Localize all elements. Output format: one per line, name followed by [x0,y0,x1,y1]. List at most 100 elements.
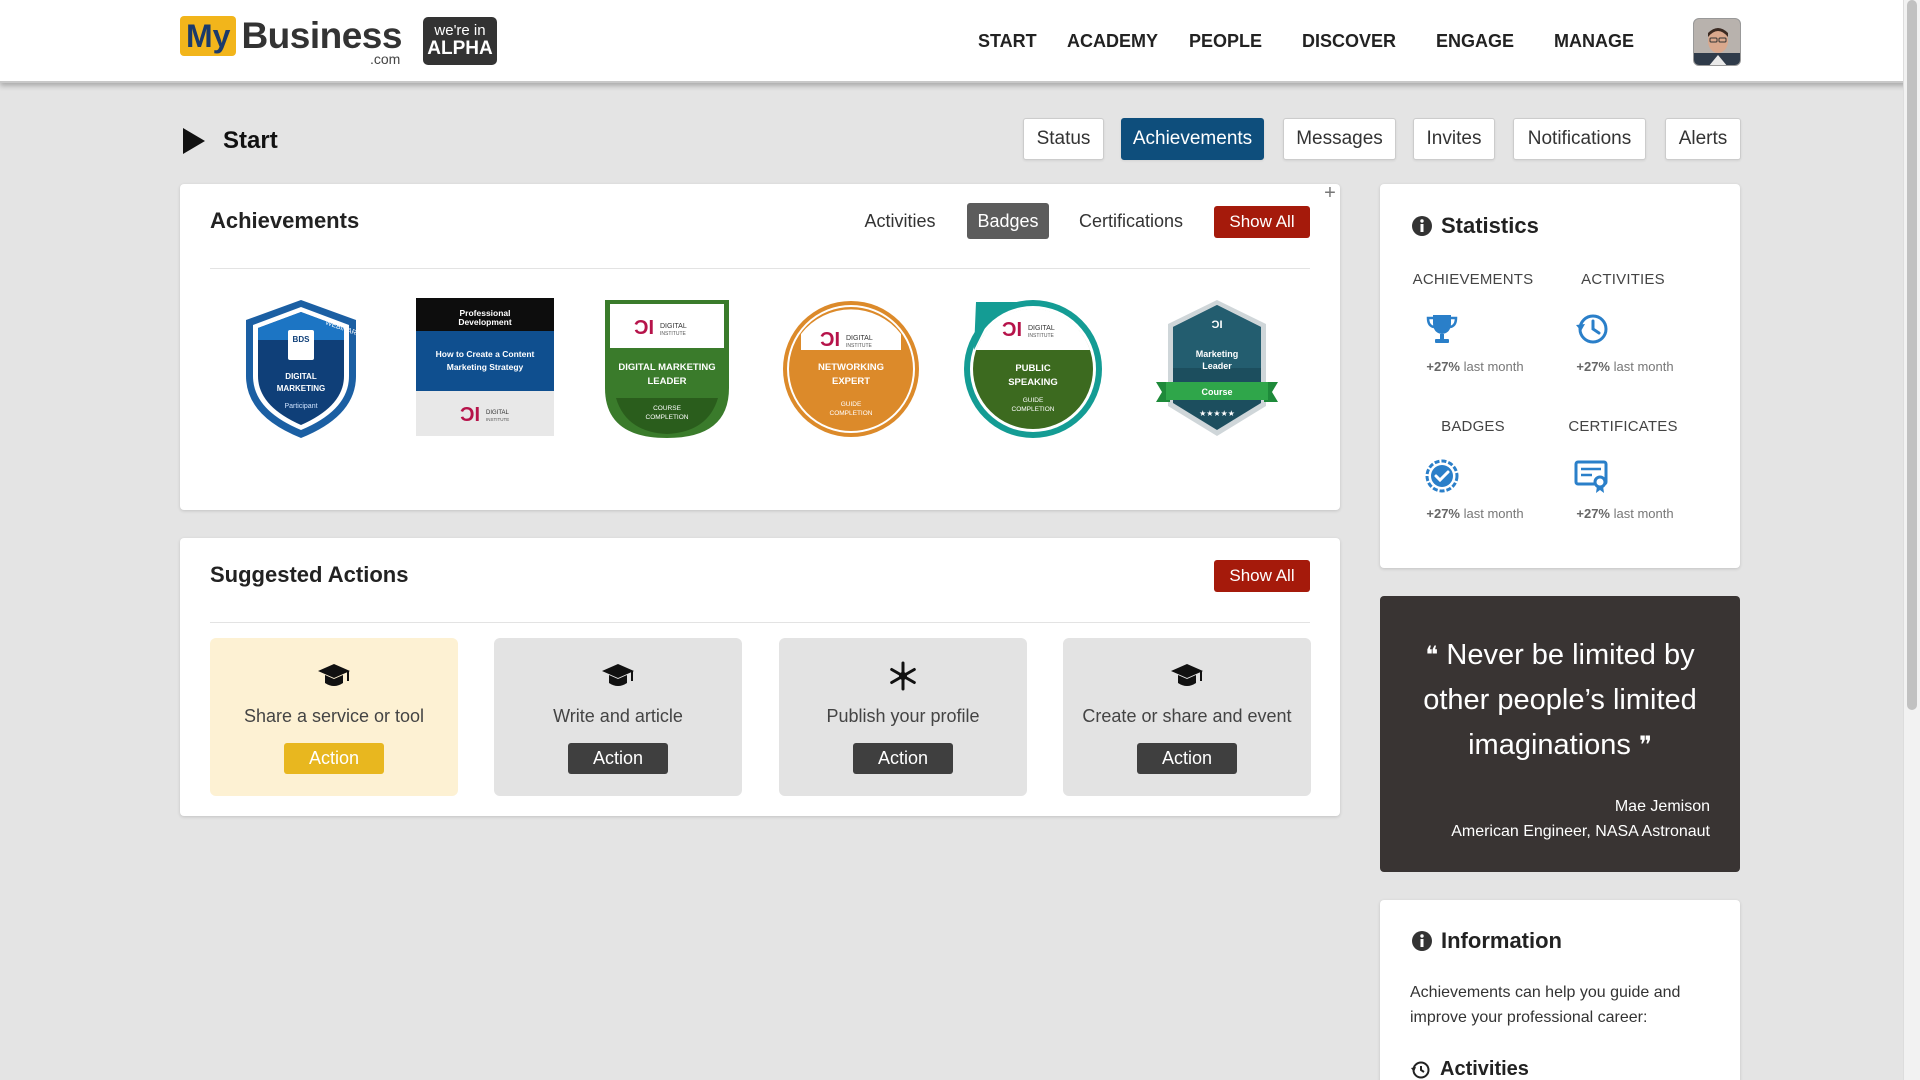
graduation-cap-icon [494,658,742,694]
badge-foot2: COMPLETION [1012,406,1055,413]
achievements-title: Achievements [210,208,360,233]
badge-logo-sub: INSTITUTE [846,343,872,349]
badge-logo-sub: INSTITUTE [1028,333,1054,339]
filter-certifications[interactable]: Certifications [1074,203,1188,239]
page-scrollbar[interactable] [1903,0,1920,1080]
content-marketing-badge[interactable]: Professional Development How to Create a… [412,298,554,440]
quote-author: Mae Jemison [1614,798,1710,815]
card-action-button[interactable]: Action [568,743,668,774]
information-header: Information [1411,928,1562,954]
badge-line2: Leader [1202,361,1232,371]
badge-line1: DIGITAL MARKETING [618,362,715,373]
card-label: Create or share and event [1082,706,1292,726]
plus-icon[interactable]: + [1318,182,1342,206]
stat-label: ACHIEVEMENTS [1412,271,1534,288]
information-title: Information [1441,928,1562,953]
card-action-button[interactable]: Action [284,743,384,774]
tab-messages[interactable]: Messages [1283,118,1396,160]
info-icon [1412,931,1432,951]
public-speaking-badge[interactable]: ƆI DIGITAL INSTITUTE PUBLIC SPEAKING GUI… [962,298,1104,440]
stat-label: ACTIVITIES [1581,271,1665,288]
history-icon [1411,1061,1430,1078]
site-logo[interactable]: My Business .com [180,15,402,67]
svg-text:ƆI: ƆI [1212,319,1223,331]
suggested-actions-title: Suggested Actions [210,562,409,587]
networking-expert-badge[interactable]: ƆI DIGITAL INSTITUTE NETWORKING EXPERT G… [780,298,922,440]
stat-label: BADGES [1441,418,1505,435]
svg-text:★★★★★: ★★★★★ [1199,409,1235,418]
nav-people[interactable]: PEOPLE [1189,31,1262,52]
stat-pct: +27% [1426,359,1460,374]
badge-line2: SPEAKING [1008,377,1058,388]
badge-foot: Participant [284,403,317,410]
stat-period: last month [1463,506,1524,521]
badge-line1: DIGITAL [285,372,317,381]
tab-alerts[interactable]: Alerts [1665,118,1741,160]
card-action-button[interactable]: Action [1137,743,1237,774]
svg-text:ƆI: ƆI [1002,319,1022,341]
badge-foot2: COMPLETION [830,410,873,417]
card-action-button[interactable]: Action [853,743,953,774]
page-title: Start [183,127,278,155]
nav-academy[interactable]: ACADEMY [1067,31,1158,52]
card-label: Share a service or tool [243,706,425,726]
stat-period: last month [1613,359,1674,374]
nav-manage[interactable]: MANAGE [1554,31,1634,52]
info-icon [1412,216,1432,236]
badge-top-text-2: Development [458,317,512,327]
quote-text: ❝ Never be limited by other people’s lim… [1400,633,1720,768]
suggested-divider [210,622,1310,623]
badge-line1: How to Create a Content [436,349,535,359]
trophy-icon [1424,311,1460,347]
stat-pct: +27% [1426,506,1460,521]
suggested-card[interactable]: Share a service or tool Action [210,638,458,796]
logo-business: Business [241,15,402,56]
filter-badges[interactable]: Badges [967,203,1049,239]
quote-author-role: American Engineer, NASA Astronaut [1451,823,1710,840]
badge-ribbon: Course [1201,387,1232,397]
svg-text:ƆI: ƆI [460,404,480,426]
stat-change: +27% last month [1405,506,1545,521]
quote-body: Never be limited by other people’s limit… [1423,639,1697,761]
tab-invites[interactable]: Invites [1413,118,1495,160]
badge-logo-sub: INSTITUTE [660,331,686,337]
statistics-header: Statistics [1411,213,1539,239]
alpha-line2: ALPHA [427,38,493,59]
filter-activities[interactable]: Activities [858,203,942,239]
tab-status[interactable]: Status [1023,118,1104,160]
achievements-divider [210,268,1310,269]
stat-pct: +27% [1576,359,1610,374]
tab-achievements[interactable]: Achievements [1121,118,1264,160]
nav-discover[interactable]: DISCOVER [1302,31,1396,52]
achievements-show-all-button[interactable]: Show All [1214,206,1310,238]
statistics-title: Statistics [1441,213,1539,238]
badge-logo-text: DIGITAL [846,335,873,342]
scrollbar-thumb[interactable] [1907,0,1917,710]
asterisk-icon [779,658,1027,694]
graduation-cap-icon [1063,658,1311,694]
badge-logo-text: DIGITAL [486,410,510,416]
badge-line1: PUBLIC [1015,363,1051,374]
quote-panel: ❝ Never be limited by other people’s lim… [1380,596,1740,872]
graduation-cap-icon [210,658,458,694]
badge-foot1: COURSE [653,405,681,412]
suggested-show-all-button[interactable]: Show All [1214,560,1310,592]
stat-period: last month [1463,359,1524,374]
information-subheading-text: Activities [1440,1058,1529,1080]
suggested-card[interactable]: Write and article Action [494,638,742,796]
tab-notifications[interactable]: Notifications [1513,118,1646,160]
nav-engage[interactable]: ENGAGE [1436,31,1514,52]
nav-start[interactable]: START [978,31,1037,52]
marketing-leader-course-badge[interactable]: ƆI Marketing Leader Course ★★★★★ [1146,298,1288,440]
badge-line2: MARKETING [277,384,325,393]
page-title-text: Start [223,127,278,154]
digital-marketing-leader-badge[interactable]: ƆI DIGITAL INSTITUTE DIGITAL MARKETING L… [596,298,738,440]
webinar-digital-marketing-badge[interactable]: WEBINAR BDS DIGITAL MARKETING Participan… [230,298,372,440]
card-label: Write and article [553,706,683,726]
suggested-card[interactable]: Publish your profile Action [779,638,1027,796]
svg-text:ƆI: ƆI [634,317,654,339]
suggested-card[interactable]: Create or share and event Action [1063,638,1311,796]
stat-label: CERTIFICATES [1568,418,1678,435]
play-icon [183,128,205,154]
user-avatar[interactable] [1693,18,1741,66]
